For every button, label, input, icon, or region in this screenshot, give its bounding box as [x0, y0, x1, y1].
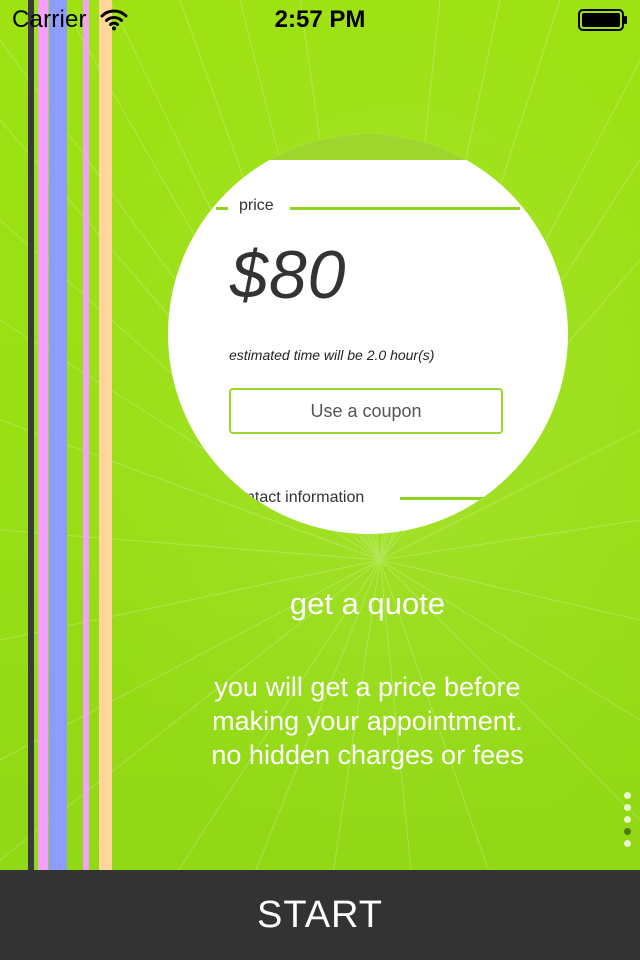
description-line: you will get a price before	[214, 672, 521, 702]
page-dot-1[interactable]	[624, 792, 631, 799]
footer-bar: START	[0, 870, 640, 960]
description-line: making your appointment.	[212, 706, 523, 736]
page-indicator[interactable]	[624, 792, 636, 852]
page-dot-2[interactable]	[624, 804, 631, 811]
estimated-time: estimated time will be 2.0 hour(s)	[229, 347, 435, 363]
description-line: no hidden charges or fees	[211, 740, 524, 770]
price-divider-left	[216, 207, 228, 210]
feature-title: get a quote	[289, 586, 446, 621]
clock: 2:57 PM	[274, 6, 366, 33]
contact-divider-right	[400, 497, 510, 500]
contact-section-label: ntact information	[246, 489, 365, 506]
quote-preview-magnifier: price $80 estimated time will be 2.0 hou…	[168, 134, 568, 534]
start-button[interactable]: START	[0, 870, 640, 960]
use-coupon-button[interactable]: Use a coupon	[229, 388, 503, 434]
price-section-label: price	[239, 197, 274, 214]
status-bar: Carrier 2:57 PM	[0, 0, 640, 40]
battery-icon	[578, 9, 627, 31]
page-dot-4[interactable]	[624, 828, 631, 835]
onboarding-screen: Carrier 2:57 PM price $80 estimated time…	[0, 0, 640, 960]
page-dot-3[interactable]	[624, 816, 631, 823]
preview-top-bar	[168, 134, 568, 160]
page-dot-5[interactable]	[624, 840, 631, 847]
feature-description: you will get a price before making your …	[0, 670, 640, 772]
price-divider-right	[290, 207, 520, 210]
price-value: $80	[230, 237, 347, 313]
